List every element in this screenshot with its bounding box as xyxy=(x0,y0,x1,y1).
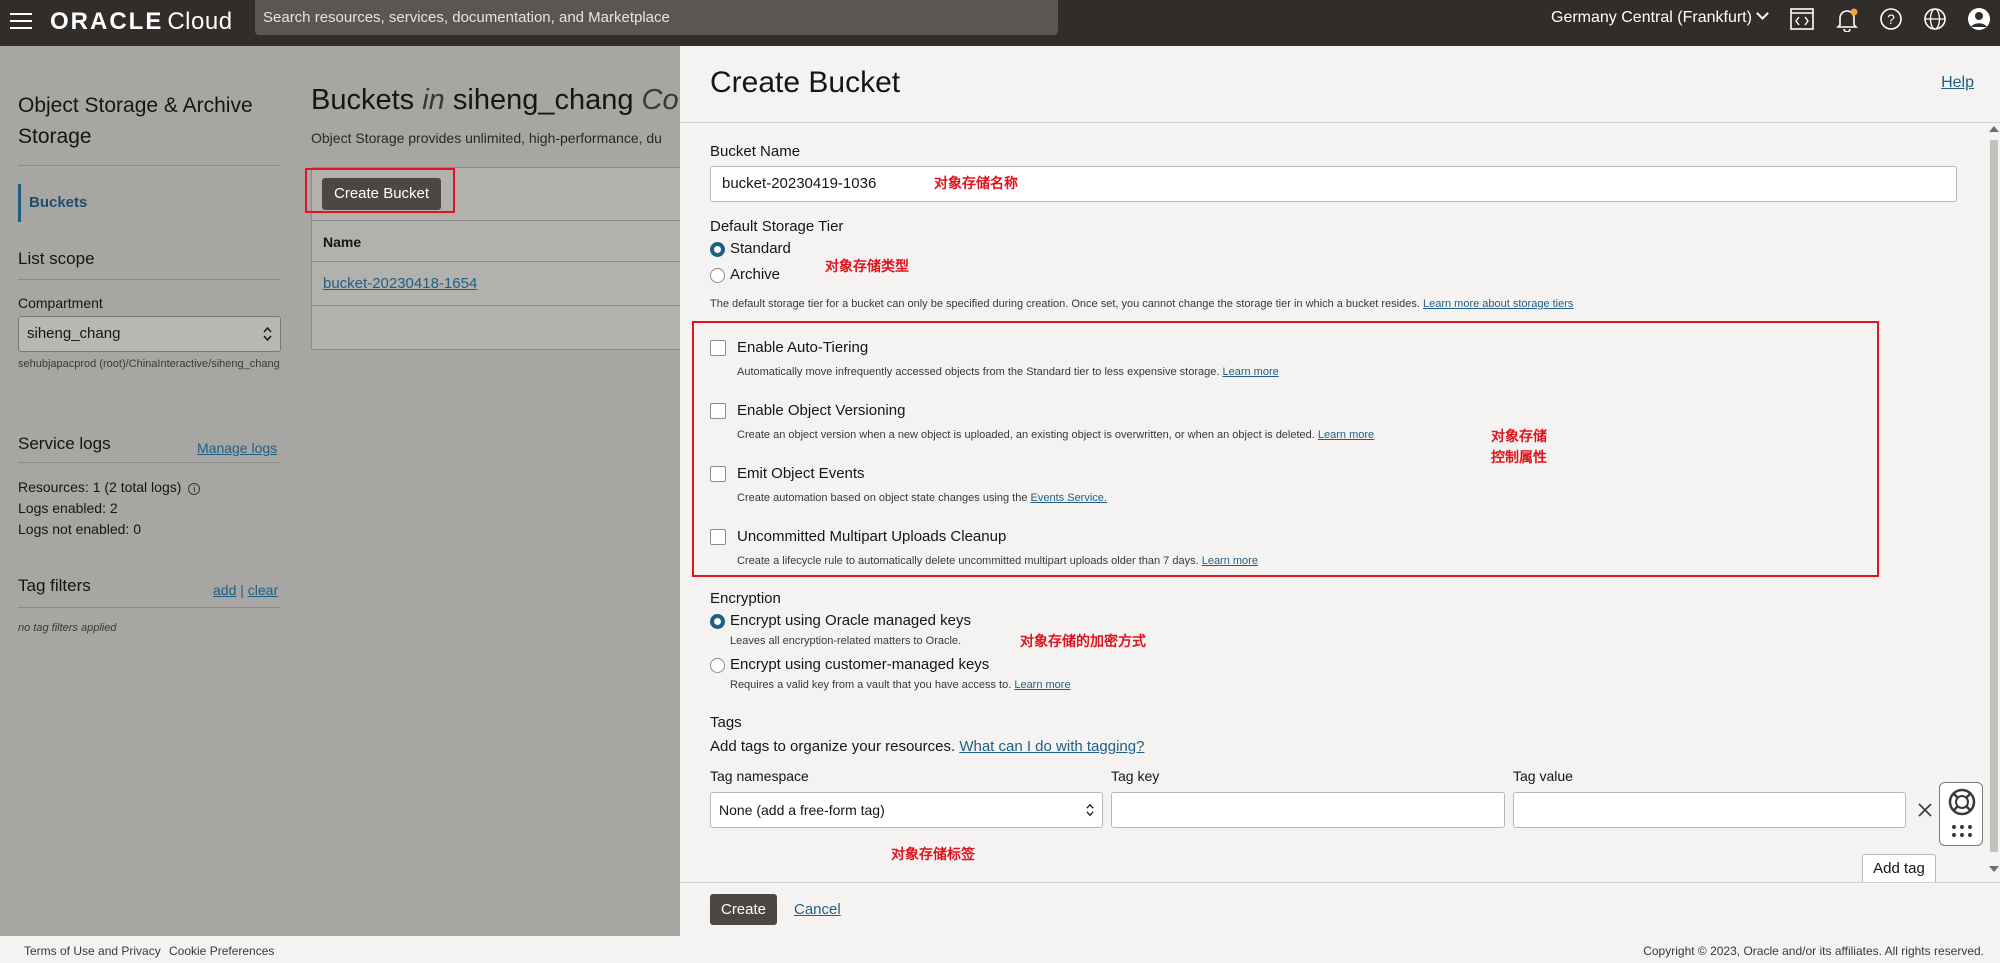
enc-customer-hint: Requires a valid key from a vault that y… xyxy=(730,679,1071,691)
page-footer: Terms of Use and Privacy Cookie Preferen… xyxy=(0,936,2000,963)
globe-icon[interactable] xyxy=(1922,6,1948,32)
object-versioning-desc: Create an object version when a new obje… xyxy=(737,429,1375,441)
annotation-encryption: 对象存储的加密方式 xyxy=(1020,633,1146,649)
enc-oracle-hint: Leaves all encryption-related matters to… xyxy=(730,635,962,647)
tier-archive-label[interactable]: Archive xyxy=(730,266,780,283)
region-selector[interactable]: Germany Central (Frankfurt) xyxy=(1551,7,1769,29)
help-link[interactable]: Help xyxy=(1941,74,1974,92)
auto-tiering-checkbox[interactable] xyxy=(710,340,726,356)
encryption-label: Encryption xyxy=(710,590,781,607)
emit-events-desc: Create automation based on object state … xyxy=(737,492,1107,504)
object-versioning-checkbox[interactable] xyxy=(710,403,726,419)
tag-key-input[interactable] xyxy=(1111,792,1505,828)
tier-archive-radio[interactable] xyxy=(710,268,725,283)
scroll-down-arrow-icon[interactable] xyxy=(1989,866,1999,872)
tags-hint: Add tags to organize your resources. Wha… xyxy=(710,738,1145,755)
chevron-down-icon xyxy=(1756,7,1769,20)
enc-oracle-radio[interactable] xyxy=(710,614,725,629)
select-arrows-icon xyxy=(1086,803,1094,817)
top-navigation-bar: ORACLE Cloud Search resources, services, … xyxy=(0,0,2000,46)
close-icon[interactable] xyxy=(1916,801,1934,819)
support-widget[interactable] xyxy=(1939,782,1983,846)
cancel-link[interactable]: Cancel xyxy=(794,901,841,918)
oracle-cloud-logo[interactable]: ORACLE Cloud xyxy=(50,5,233,39)
tags-label: Tags xyxy=(710,714,742,731)
tag-value-label: Tag value xyxy=(1513,768,1573,784)
multipart-cleanup-label[interactable]: Uncommitted Multipart Uploads Cleanup xyxy=(737,528,1006,545)
svg-text:?: ? xyxy=(1887,11,1895,27)
bucket-name-input[interactable]: bucket-20230419-1036 xyxy=(710,166,1957,202)
storage-tiers-link[interactable]: Learn more about storage tiers xyxy=(1423,298,1573,310)
tag-key-label: Tag key xyxy=(1111,768,1160,784)
bell-icon[interactable] xyxy=(1834,6,1860,32)
tag-value-input[interactable] xyxy=(1513,792,1906,828)
hamburger-menu-icon[interactable] xyxy=(8,8,36,36)
annotation-tags: 对象存储标签 xyxy=(891,846,975,862)
modal-overlay[interactable] xyxy=(0,46,680,936)
events-service-link[interactable]: Events Service. xyxy=(1031,492,1107,504)
auto-tiering-desc: Automatically move infrequently accessed… xyxy=(737,366,1279,378)
tier-standard-radio[interactable] xyxy=(710,242,725,257)
tagging-help-link[interactable]: What can I do with tagging? xyxy=(959,738,1144,755)
terms-link[interactable]: Terms of Use and Privacy xyxy=(24,936,161,963)
tag-namespace-label: Tag namespace xyxy=(710,768,809,784)
cookie-preferences-link[interactable]: Cookie Preferences xyxy=(169,936,274,963)
grid-dots-icon xyxy=(1952,825,1972,837)
learn-more-link[interactable]: Learn more xyxy=(1202,555,1258,567)
annotation-control-2: 控制属性 xyxy=(1491,449,1547,465)
object-versioning-label[interactable]: Enable Object Versioning xyxy=(737,402,905,419)
emit-events-checkbox[interactable] xyxy=(710,466,726,482)
search-input[interactable]: Search resources, services, documentatio… xyxy=(255,0,1058,35)
enc-customer-radio[interactable] xyxy=(710,658,725,673)
code-editor-icon[interactable] xyxy=(1789,6,1815,32)
divider xyxy=(680,122,2000,123)
auto-tiering-label[interactable]: Enable Auto-Tiering xyxy=(737,339,868,356)
learn-more-link[interactable]: Learn more xyxy=(1318,429,1374,441)
emit-events-label[interactable]: Emit Object Events xyxy=(737,465,865,482)
annotation-type: 对象存储类型 xyxy=(825,258,909,274)
annotation-name: 对象存储名称 xyxy=(934,175,1018,191)
add-tag-button[interactable]: Add tag xyxy=(1862,854,1936,884)
create-bucket-drawer: Create Bucket Help Bucket Name bucket-20… xyxy=(680,46,2000,936)
tier-standard-label[interactable]: Standard xyxy=(730,240,791,257)
lifebuoy-icon xyxy=(1948,788,1976,816)
multipart-cleanup-checkbox[interactable] xyxy=(710,529,726,545)
tag-namespace-select[interactable]: None (add a free-form tag) xyxy=(710,792,1103,828)
user-icon[interactable] xyxy=(1966,6,1992,32)
create-button[interactable]: Create xyxy=(710,894,777,925)
multipart-cleanup-desc: Create a lifecycle rule to automatically… xyxy=(737,555,1258,567)
enc-oracle-label[interactable]: Encrypt using Oracle managed keys xyxy=(730,612,971,629)
learn-more-link[interactable]: Learn more xyxy=(1222,366,1278,378)
drawer-footer xyxy=(680,882,2000,936)
bucket-name-label: Bucket Name xyxy=(710,143,801,160)
help-icon[interactable]: ? xyxy=(1878,6,1904,32)
storage-tier-label: Default Storage Tier xyxy=(710,218,844,235)
drawer-title: Create Bucket xyxy=(710,66,901,99)
scroll-up-arrow-icon[interactable] xyxy=(1989,126,1999,132)
annotation-control-1: 对象存储 xyxy=(1491,428,1547,444)
copyright-text: Copyright © 2023, Oracle and/or its affi… xyxy=(1643,944,1984,958)
learn-more-link[interactable]: Learn more xyxy=(1014,679,1070,691)
scroll-thumb[interactable] xyxy=(1990,140,1998,852)
drawer-scrollbar[interactable] xyxy=(1988,126,2000,876)
enc-customer-label[interactable]: Encrypt using customer-managed keys xyxy=(730,656,989,673)
tier-hint: The default storage tier for a bucket ca… xyxy=(710,298,1574,310)
